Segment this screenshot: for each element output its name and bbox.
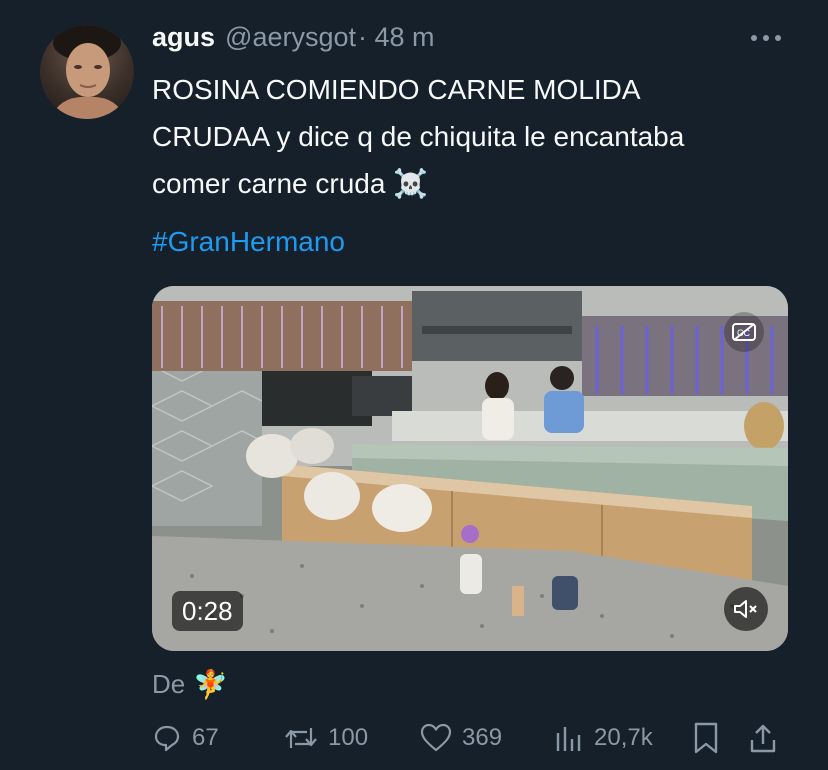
captions-button[interactable]: CC: [724, 312, 764, 352]
share-icon: [750, 724, 776, 753]
tweet-text-line: CRUDAA y dice q de chiquita le encantaba: [152, 121, 685, 152]
video-player[interactable]: CC 0:28: [152, 286, 788, 651]
share-button[interactable]: [748, 716, 778, 760]
mute-button[interactable]: [724, 587, 768, 631]
more-options-button[interactable]: [748, 26, 784, 50]
retweet-icon: [285, 728, 317, 748]
author-handle[interactable]: @aerysgot: [225, 22, 356, 53]
bookmark-button[interactable]: [692, 716, 720, 760]
tweet-header: agus @aerysgot · 48 m: [152, 22, 435, 58]
more-horizontal-icon: [751, 35, 781, 41]
closed-captions-icon: CC: [732, 323, 756, 341]
views-button[interactable]: 20,7k: [554, 716, 653, 760]
attribution-prefix: De: [152, 669, 186, 699]
reply-button[interactable]: 67: [152, 716, 219, 760]
retweet-button[interactable]: 100: [284, 716, 368, 760]
attribution: De 🧚: [152, 668, 228, 701]
like-button[interactable]: 369: [420, 716, 502, 760]
author-name[interactable]: agus: [152, 22, 215, 53]
retweet-count: 100: [328, 724, 369, 751]
tweet-actions: 67 100 369 20,7k: [152, 716, 788, 760]
reply-icon: [154, 725, 180, 752]
bookmark-icon: [694, 722, 718, 754]
views-chart-icon: [556, 727, 581, 751]
video-duration: 0:28: [172, 591, 243, 631]
avatar-image: [50, 25, 126, 119]
fairy-emoji: 🧚: [193, 669, 229, 700]
video-frame: [152, 286, 788, 651]
tweet-text: ROSINA COMIENDO CARNE MOLIDA CRUDAA y di…: [152, 66, 792, 207]
hashtag-link[interactable]: #GranHermano: [152, 226, 345, 258]
avatar[interactable]: [40, 25, 134, 119]
heart-icon: [420, 723, 452, 752]
volume-muted-icon: [734, 600, 757, 618]
tweet-text-line: ROSINA COMIENDO CARNE MOLIDA: [152, 74, 641, 105]
views-count: 20,7k: [594, 724, 653, 751]
tweet-text-line: comer carne cruda ☠️: [152, 168, 429, 199]
like-count: 369: [462, 724, 503, 751]
tweet-timestamp[interactable]: · 48 m: [358, 22, 435, 53]
reply-count: 67: [192, 724, 219, 751]
